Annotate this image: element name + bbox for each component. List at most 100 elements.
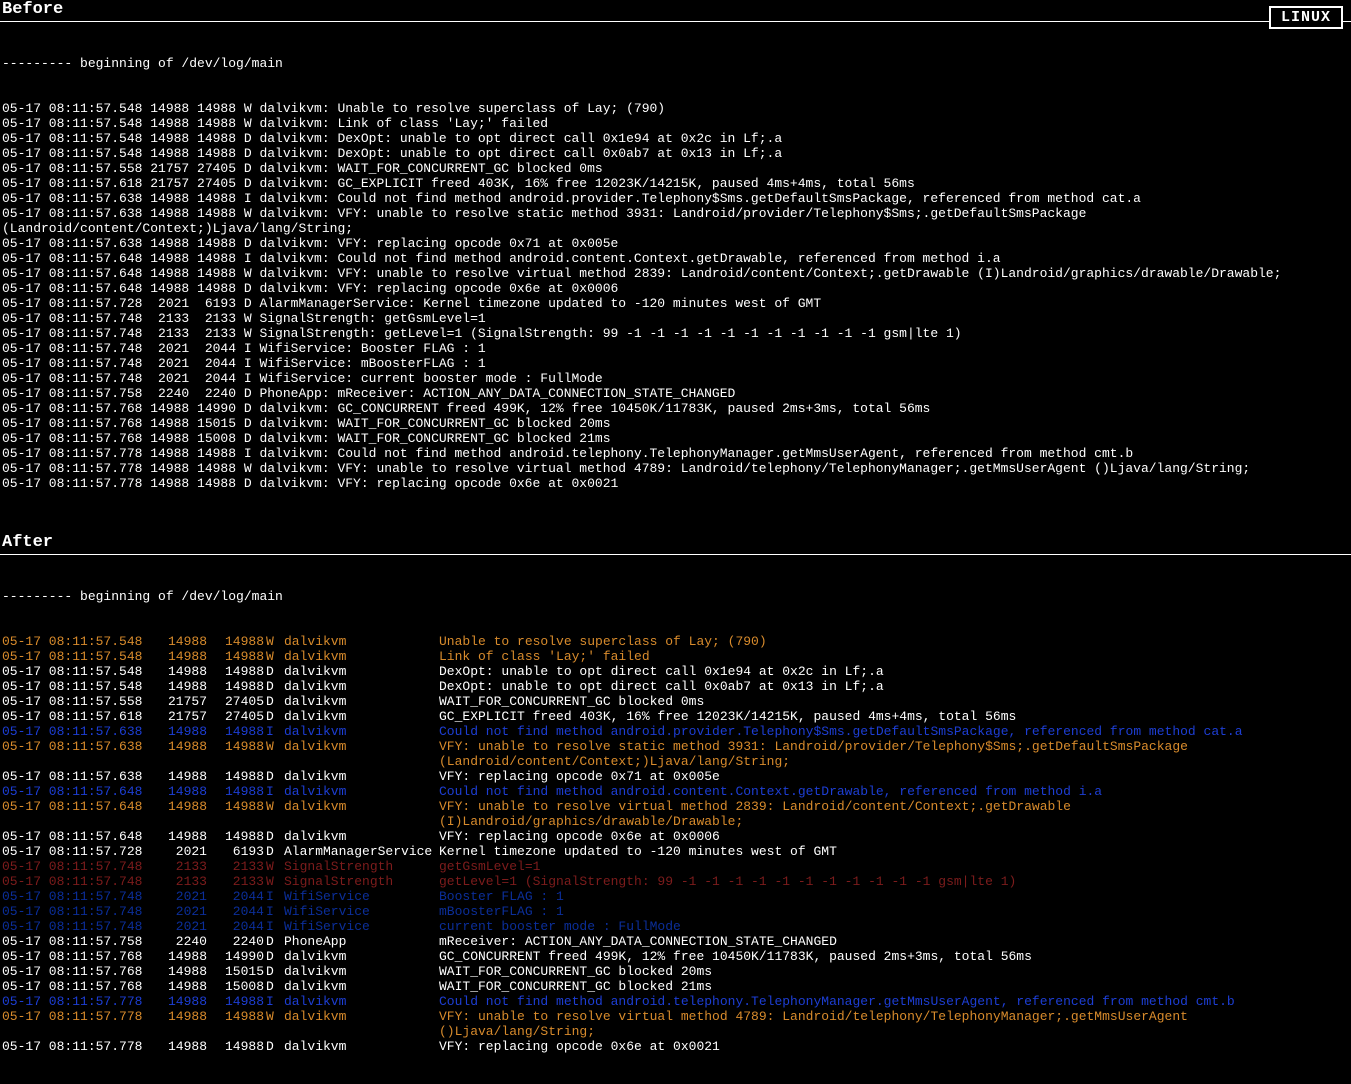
log-line: 05-17 08:11:57.748 2133 2133 W SignalStr… [2,326,1351,341]
log-row: 05-17 08:11:57.7781498814988DdalvikvmVFY… [2,1039,1351,1054]
log-col-tid: 2044 [209,904,266,919]
log-col-ts: 05-17 08:11:57.748 [2,904,152,919]
log-line: 05-17 08:11:57.648 14988 14988 D dalvikv… [2,281,1351,296]
log-col-lvl: D [266,664,284,679]
log-col-pid: 2021 [152,904,209,919]
log-col-pid: 14988 [152,964,209,979]
log-col-lvl: D [266,964,284,979]
log-col-tag: WifiService [284,889,439,904]
log-col-lvl: D [266,1039,284,1054]
log-line: 05-17 08:11:57.548 14988 14988 D dalvikv… [2,131,1351,146]
log-row: 05-17 08:11:57.5582175727405DdalvikvmWAI… [2,694,1351,709]
log-col-pid: 14988 [152,979,209,994]
log-col-tid: 6193 [209,844,266,859]
log-col-tag: dalvikvm [284,799,439,829]
log-col-pid: 14988 [152,724,209,739]
after-logcat: --------- beginning of /dev/log/main 05-… [0,559,1351,1084]
log-col-msg: VFY: replacing opcode 0x71 at 0x005e [439,769,1351,784]
log-row: 05-17 08:11:57.6381498814988WdalvikvmVFY… [2,739,1351,769]
linux-badge: LINUX [1269,6,1343,29]
log-line: 05-17 08:11:57.618 21757 27405 D dalvikv… [2,176,1351,191]
log-line: 05-17 08:11:57.638 14988 14988 D dalvikv… [2,236,1351,251]
log-col-ts: 05-17 08:11:57.548 [2,664,152,679]
log-line: 05-17 08:11:57.728 2021 6193 D AlarmMana… [2,296,1351,311]
log-col-ts: 05-17 08:11:57.768 [2,949,152,964]
log-col-tid: 14988 [209,1009,266,1039]
log-col-msg: Could not find method android.provider.T… [439,724,1351,739]
log-line: --------- beginning of /dev/log/main [2,56,1351,71]
after-section: After --------- beginning of /dev/log/ma… [0,533,1351,1084]
log-col-tid: 2133 [209,859,266,874]
log-col-msg: DexOpt: unable to opt direct call 0x1e94… [439,664,1351,679]
log-col-lvl: I [266,724,284,739]
log-row: 05-17 08:11:57.7681498815008DdalvikvmWAI… [2,979,1351,994]
log-col-tid: 14988 [209,769,266,784]
log-col-lvl: D [266,679,284,694]
log-col-tag: SignalStrength [284,874,439,889]
log-col-pid: 14988 [152,799,209,829]
log-col-tid: 14988 [209,799,266,829]
log-col-tag: dalvikvm [284,829,439,844]
log-col-lvl: D [266,694,284,709]
log-col-ts: 05-17 08:11:57.638 [2,724,152,739]
log-row: 05-17 08:11:57.72820216193DAlarmManagerS… [2,844,1351,859]
log-col-lvl: I [266,994,284,1009]
log-col-tid: 14988 [209,829,266,844]
log-col-msg: DexOpt: unable to opt direct call 0x0ab7… [439,679,1351,694]
log-col-tid: 14988 [209,784,266,799]
log-line: 05-17 08:11:57.548 14988 14988 W dalvikv… [2,116,1351,131]
log-col-msg: getGsmLevel=1 [439,859,1351,874]
log-col-pid: 21757 [152,694,209,709]
log-row: 05-17 08:11:57.74820212044IWifiServicecu… [2,919,1351,934]
log-col-msg: WAIT_FOR_CONCURRENT_GC blocked 20ms [439,964,1351,979]
log-col-pid: 21757 [152,709,209,724]
log-col-msg: mBoosterFLAG : 1 [439,904,1351,919]
log-line: 05-17 08:11:57.778 14988 14988 W dalvikv… [2,461,1351,476]
log-col-tid: 15008 [209,979,266,994]
log-col-tag: WifiService [284,919,439,934]
log-col-ts: 05-17 08:11:57.768 [2,964,152,979]
log-col-lvl: W [266,739,284,769]
log-col-msg: WAIT_FOR_CONCURRENT_GC blocked 21ms [439,979,1351,994]
log-line: 05-17 08:11:57.558 21757 27405 D dalvikv… [2,161,1351,176]
log-row: 05-17 08:11:57.6182175727405DdalvikvmGC_… [2,709,1351,724]
log-row: 05-17 08:11:57.74821332133WSignalStrengt… [2,874,1351,889]
log-col-ts: 05-17 08:11:57.748 [2,919,152,934]
log-col-tid: 14990 [209,949,266,964]
log-row: 05-17 08:11:57.75822402240DPhoneAppmRece… [2,934,1351,949]
log-col-tid: 27405 [209,709,266,724]
log-col-tag: dalvikvm [284,694,439,709]
log-col-msg: VFY: replacing opcode 0x6e at 0x0021 [439,1039,1351,1054]
log-line: 05-17 08:11:57.758 2240 2240 D PhoneApp:… [2,386,1351,401]
log-col-ts: 05-17 08:11:57.648 [2,784,152,799]
log-col-lvl: W [266,799,284,829]
log-col-pid: 14988 [152,739,209,769]
log-col-lvl: I [266,784,284,799]
log-col-ts: 05-17 08:11:57.778 [2,1039,152,1054]
log-col-pid: 14988 [152,1009,209,1039]
log-col-lvl: I [266,904,284,919]
log-col-pid: 14988 [152,634,209,649]
log-col-pid: 2021 [152,919,209,934]
log-col-ts: 05-17 08:11:57.558 [2,694,152,709]
log-col-tag: dalvikvm [284,709,439,724]
log-col-tid: 14988 [209,739,266,769]
log-col-tag: PhoneApp [284,934,439,949]
log-col-pid: 14988 [152,649,209,664]
log-col-tid: 2240 [209,934,266,949]
log-line: 05-17 08:11:57.648 14988 14988 W dalvikv… [2,266,1351,281]
log-col-tag: dalvikvm [284,784,439,799]
log-row: 05-17 08:11:57.74820212044IWifiServiceBo… [2,889,1351,904]
log-col-pid: 14988 [152,1039,209,1054]
log-row: 05-17 08:11:57.6481498814988DdalvikvmVFY… [2,829,1351,844]
log-row: 05-17 08:11:57.6481498814988WdalvikvmVFY… [2,799,1351,829]
log-row: 05-17 08:11:57.5481498814988WdalvikvmLin… [2,649,1351,664]
log-col-tid: 2044 [209,889,266,904]
log-col-lvl: W [266,1009,284,1039]
log-col-pid: 14988 [152,829,209,844]
log-col-msg: VFY: unable to resolve virtual method 28… [439,799,1351,829]
log-col-ts: 05-17 08:11:57.618 [2,709,152,724]
log-col-tag: dalvikvm [284,1009,439,1039]
log-col-msg: Booster FLAG : 1 [439,889,1351,904]
log-col-ts: 05-17 08:11:57.758 [2,934,152,949]
